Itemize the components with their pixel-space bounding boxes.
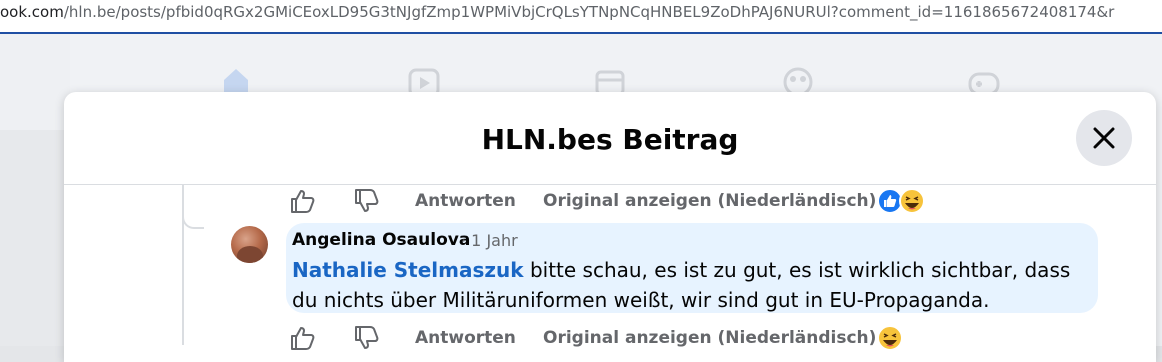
address-bar[interactable]: ook.com/hln.be/posts/pfbid0qRGx2GMiCEoxL… — [0, 0, 1162, 34]
thumbs-down-icon[interactable] — [352, 187, 380, 215]
post-dialog: HLN.bes Beitrag Antworten Original anzei… — [64, 92, 1156, 362]
comment-time[interactable]: · 1 Jahr — [461, 231, 518, 250]
thumbs-down-icon[interactable] — [352, 324, 380, 352]
show-original-button[interactable]: Original anzeigen (Niederländisch) — [543, 328, 876, 348]
dialog-header: HLN.bes Beitrag — [64, 92, 1156, 185]
thumbs-up-icon[interactable] — [288, 187, 316, 215]
mention-link[interactable]: Nathalie Stelmaszuk — [292, 258, 524, 282]
show-original-button[interactable]: Original anzeigen (Niederländisch) — [543, 191, 876, 211]
url-domain: ook.com — [0, 3, 64, 21]
comment-text: Nathalie Stelmaszuk bitte schau, es ist … — [292, 255, 1092, 315]
comment-author[interactable]: Angelina Osaulova — [292, 230, 470, 250]
thumbs-up-icon[interactable] — [288, 324, 316, 352]
avatar[interactable] — [231, 226, 268, 263]
haha-reaction-icon — [899, 188, 925, 214]
reactions-summary[interactable] — [876, 187, 928, 215]
url-path: /hln.be/posts/pfbid0qRGx2GMiCEoxLD95G3tN… — [63, 3, 1115, 21]
dialog-title: HLN.bes Beitrag — [481, 123, 739, 156]
haha-reaction-icon — [877, 325, 903, 351]
left-panel — [0, 130, 70, 346]
reactions-summary[interactable] — [876, 324, 906, 352]
close-icon — [1093, 127, 1115, 149]
thread-connector — [182, 185, 204, 229]
reply-button[interactable]: Antworten — [415, 328, 516, 348]
close-button[interactable] — [1076, 110, 1132, 166]
reply-button[interactable]: Antworten — [415, 191, 516, 211]
comment-bubble: Angelina Osaulova · 1 Jahr Nathalie Stel… — [286, 223, 1098, 313]
like-reaction-icon — [877, 188, 903, 214]
